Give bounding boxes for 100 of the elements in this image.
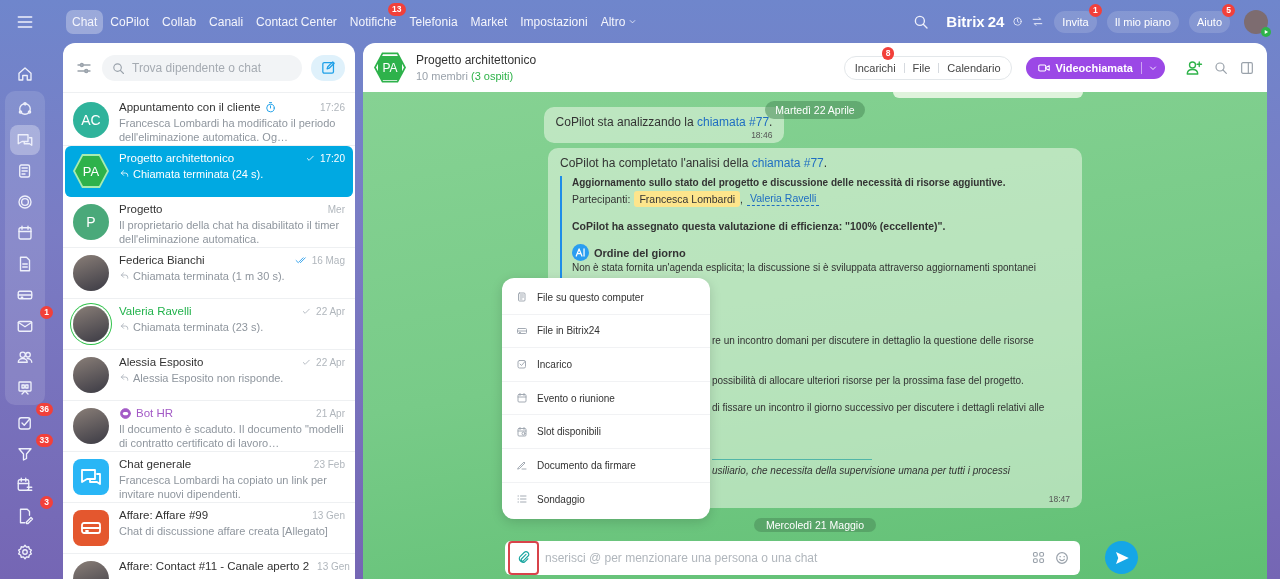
message-preview: Il proprietario della chat ha disabilitato il timer dell'eliminazione automatica. (119, 219, 340, 245)
checkbox-icon (516, 358, 528, 371)
add-user-icon[interactable] (1185, 58, 1203, 77)
paperclip-icon (516, 550, 531, 565)
chat-name: Progetto (119, 203, 163, 215)
notification-badge: 8 (881, 46, 895, 60)
message-preview: Il documento è scaduto. Il documento "modelli di contratto certificato di lavoro… (119, 423, 344, 449)
chat-list-item[interactable]: PA Progetto architettonico 17:20 Chiamata terminata (24 s). (65, 146, 353, 197)
menu-item[interactable]: Evento o riunione (502, 381, 710, 416)
chat-list-item[interactable]: P Progetto Mer Il proprietario della chat ha disabilitato il timer dell'eliminazione automatica. (63, 197, 355, 248)
section-text: Non è stata fornita un'agenda esplicita; la discussione si è sviluppata attraverso aggiornamenti spontanei (572, 261, 1037, 275)
message-input-field[interactable]: nserisci @ per menzionare una persona o una chat (505, 540, 1080, 575)
sidebar-item[interactable] (10, 124, 40, 155)
message-input[interactable]: nserisci @ per menzionare una persona o una chat (543, 547, 1023, 568)
emoji-icon[interactable] (1054, 549, 1070, 566)
participant-mention[interactable]: Francesca Lombardi (634, 191, 741, 207)
chat-list-item[interactable]: Federica Bianchi 16 Mag Chiamata terminata (1 m 30 s). (63, 248, 355, 299)
header-button[interactable]: Il mio piano (1106, 10, 1179, 33)
chat-name: Valeria Ravelli (119, 305, 192, 317)
menu-item[interactable]: File in Bitrix24 (502, 314, 710, 349)
menu-item[interactable]: Documento da firmare (502, 448, 710, 483)
chat-list-item[interactable]: Alessia Esposito 22 Apr Alessia Esposito non risponde. (63, 350, 355, 401)
notification-badge: 36 (35, 403, 53, 416)
message-preview: Francesca Lombardi ha copiato un link per invitare nuovi dipendenti. (119, 474, 327, 500)
chat-name: Federica Bianchi (119, 254, 205, 266)
video-call-button[interactable]: Videochiamata (1025, 56, 1165, 79)
search-icon (111, 60, 126, 76)
nav-tab[interactable]: Contact Center (250, 9, 343, 34)
timestamp: 21 Apr (316, 407, 345, 419)
chat-list-item[interactable]: Bot HR 21 Apr Il documento è scaduto. Il documento "modelli di contratto certificato di lavoro… (63, 401, 355, 452)
notification-badge: 13 (388, 2, 406, 16)
avatar-photo (73, 357, 109, 393)
timestamp: 17:26 (319, 101, 345, 113)
notification-badge: 33 (35, 434, 53, 447)
calendar-icon (516, 392, 528, 405)
calendar-icon (16, 223, 34, 242)
chat-list-item[interactable]: Affare: Affare #99 13 Gen Chat di discussione affare creata [Allegato] (63, 503, 355, 554)
chat-name: Progetto architettonico (119, 152, 235, 164)
new-chat-button[interactable] (311, 54, 345, 81)
calendar-clock-icon (516, 425, 528, 438)
date-separator: Mercoledì 21 Maggio (753, 518, 877, 532)
tab[interactable]: Calendario (947, 61, 1001, 74)
participant-mention[interactable]: Valeria Ravelli (747, 192, 820, 206)
efficiency-rating: CoPilot ha assegnato questa valutazione di efficienza: "100% (eccellente)". (572, 219, 947, 233)
avatar: PA (374, 51, 406, 84)
menu-item[interactable]: Incarico (502, 348, 710, 382)
timestamp: 22 Apr (316, 356, 345, 368)
chat-title: Progetto architettonico (416, 53, 537, 67)
separator-comma: , (740, 192, 743, 206)
tab[interactable]: File (912, 61, 931, 74)
avatar: AC (73, 102, 109, 138)
notification-badge: 5 (1222, 3, 1235, 17)
chat-list-item[interactable]: Chat generale 23 Feb Francesca Lombardi ha copiato un link per invitare nuovi dipendenti. (63, 452, 355, 503)
message-text: possibilità di allocare ulteriori risorse per la prossima fase del progetto. (712, 374, 1024, 388)
nav-tab[interactable]: Collab (156, 9, 203, 34)
document-icon (516, 291, 528, 304)
notification-badge: 1 (1088, 3, 1102, 17)
nav-tab[interactable]: Telefonia (403, 9, 464, 34)
chat-list-item[interactable]: Affare: Contact #11 - Canale aperto 2 13 Gen (63, 554, 355, 579)
participants-label: Partecipanti: (572, 192, 631, 206)
swap-icon[interactable] (1031, 15, 1045, 28)
timestamp: 16 Mag (311, 254, 345, 266)
grid-icon[interactable] (1031, 550, 1046, 565)
chat-list-item[interactable]: Valeria Ravelli 22 Apr Chiamata terminata (23 s). (63, 299, 355, 350)
timestamp: 13 Gen (312, 509, 345, 521)
nav-tab[interactable]: CoPilot (104, 9, 156, 34)
attach-button[interactable] (508, 540, 539, 575)
side-panel-icon[interactable] (1239, 59, 1255, 76)
nav-tab[interactable]: Canali (203, 9, 250, 34)
ai-icon (572, 244, 589, 261)
message-preview: Alessia Esposito non risponde. (133, 372, 284, 384)
chat-name: Bot HR (136, 407, 174, 419)
tab[interactable]: Incarichi (854, 61, 896, 74)
menu-item[interactable]: Sondaggio (502, 482, 710, 517)
avatar-photo (73, 408, 109, 444)
search-field[interactable]: Trova dipendente o chat (102, 54, 302, 81)
message-preview: Chiamata terminata (24 s). (133, 168, 264, 180)
search-icon[interactable] (1213, 59, 1229, 76)
nav-tab[interactable]: Impostazioni (514, 9, 594, 34)
send-button[interactable] (1105, 541, 1138, 574)
logo[interactable]: Bitrix 24 (946, 13, 1005, 30)
clock-icon (1012, 16, 1024, 27)
guest-count[interactable]: (3 ospiti) (470, 70, 514, 82)
play-status-icon (1261, 26, 1271, 37)
avatar-photo[interactable] (1244, 9, 1268, 34)
chat-name: Alessia Esposito (119, 356, 204, 368)
avatar: PA (73, 153, 109, 189)
menu-item[interactable]: File su questo computer (502, 281, 710, 315)
timestamp: 17:20 (319, 152, 345, 164)
call-link[interactable]: chiamata #77 (751, 156, 824, 170)
nav-tab[interactable]: Altro (594, 9, 645, 34)
timestamp: 22 Apr (316, 305, 345, 317)
pen-icon (516, 459, 528, 472)
chat-name: Affare: Contact #11 - Canale aperto 2 (119, 560, 310, 572)
nav-tab[interactable]: Market (464, 9, 514, 34)
settings-icon[interactable] (16, 543, 34, 561)
avatar: P (73, 204, 109, 240)
avatar-photo (73, 255, 109, 291)
menu-item[interactable]: Slot disponibili (502, 415, 710, 449)
timestamp: 13 Gen (317, 560, 350, 572)
